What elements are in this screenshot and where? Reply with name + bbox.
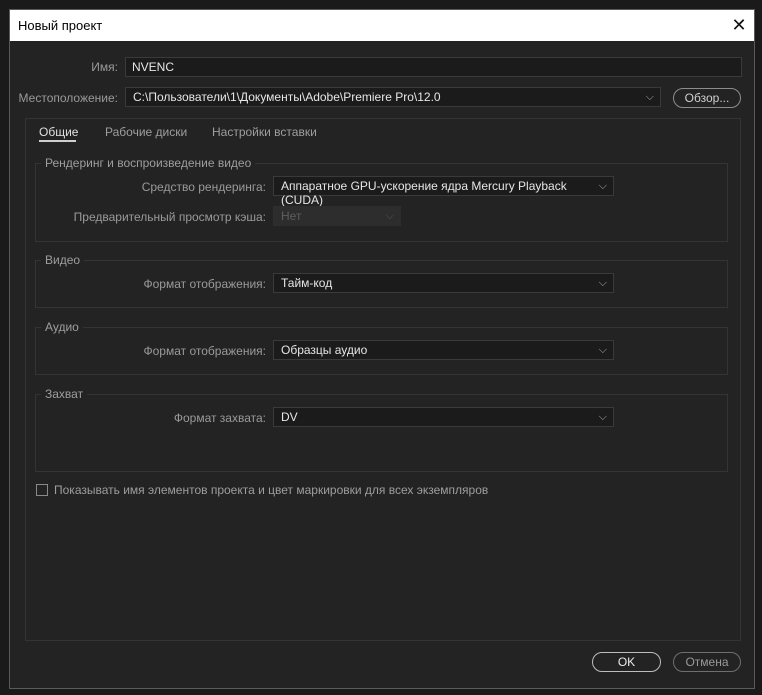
preview-cache-dropdown: Нет ⌵ [273, 206, 401, 226]
renderer-dropdown[interactable]: Аппаратное GPU-ускорение ядра Mercury Pl… [273, 176, 614, 207]
cancel-button[interactable]: Отмена [673, 652, 741, 672]
audio-format-dropdown[interactable]: Образцы аудио ⌵ [273, 340, 614, 360]
render-group-title: Рендеринг и воспроизведение видео [41, 156, 256, 170]
capture-format-label: Формат захвата: [173, 411, 266, 425]
location-dropdown[interactable]: C:\Пользователи\1\Документы\Adobe\Premie… [125, 87, 661, 107]
chevron-down-icon: ⌵ [598, 180, 607, 192]
video-format-value: Тайм-код [281, 276, 333, 290]
name-label: Имя: [91, 60, 118, 74]
title-bar: Новый проект ✕ [10, 10, 754, 41]
audio-format-label: Формат отображения: [143, 344, 267, 358]
capture-format-value: DV [281, 410, 298, 424]
preview-cache-label: Предварительный просмотр кэша: [73, 210, 266, 224]
render-group [35, 163, 728, 242]
chevron-down-icon: ⌵ [598, 411, 607, 423]
tab-ingest-settings[interactable]: Настройки вставки [212, 125, 317, 139]
renderer-label: Средство рендеринга: [141, 180, 266, 194]
location-label: Местоположение: [18, 91, 118, 105]
capture-format-dropdown[interactable]: DV ⌵ [273, 407, 614, 427]
close-icon[interactable]: ✕ [724, 10, 754, 41]
chevron-down-icon: ⌵ [645, 91, 654, 103]
show-names-checkbox[interactable] [36, 484, 48, 496]
chevron-down-icon: ⌵ [598, 277, 607, 289]
tab-general[interactable]: Общие [39, 125, 78, 139]
capture-group-title: Захват [41, 387, 88, 401]
capture-group [35, 394, 728, 472]
active-tab-indicator [39, 140, 76, 142]
video-format-dropdown[interactable]: Тайм-код ⌵ [273, 273, 614, 293]
show-names-label: Показывать имя элементов проекта и цвет … [54, 483, 489, 497]
browse-button[interactable]: Обзор... [673, 88, 741, 108]
preview-cache-value: Нет [281, 209, 302, 223]
dialog-title: Новый проект [18, 18, 103, 33]
ok-button[interactable]: OK [592, 652, 661, 672]
location-value: C:\Пользователи\1\Документы\Adobe\Premie… [133, 90, 441, 104]
tab-scratch-disks[interactable]: Рабочие диски [105, 125, 187, 139]
project-name-input[interactable]: NVENC [125, 57, 742, 77]
audio-format-value: Образцы аудио [281, 343, 368, 357]
new-project-dialog: Новый проект ✕ Имя: NVENC Местоположение… [9, 9, 755, 689]
chevron-down-icon: ⌵ [598, 344, 607, 356]
audio-group-title: Аудио [41, 320, 83, 334]
video-group-title: Видео [41, 253, 85, 267]
video-format-label: Формат отображения: [143, 277, 267, 291]
chevron-down-icon: ⌵ [385, 210, 394, 222]
